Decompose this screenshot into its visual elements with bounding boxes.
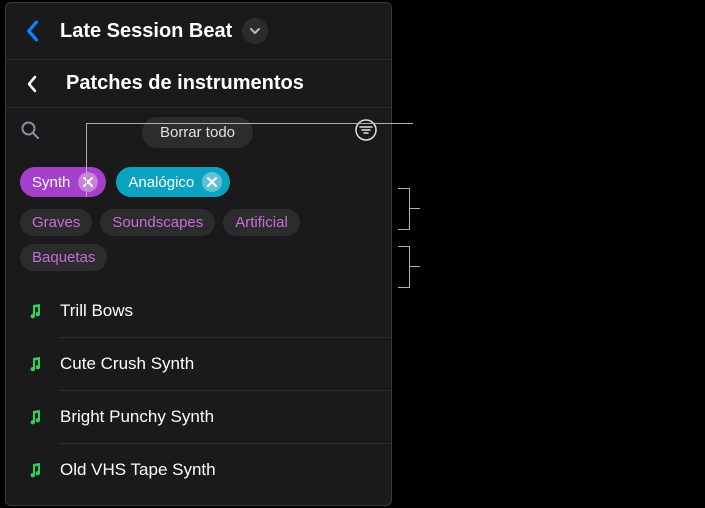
patch-name: Trill Bows	[60, 301, 133, 321]
callout-bracket	[398, 188, 410, 230]
project-dropdown[interactable]	[242, 18, 268, 44]
callout-line	[410, 266, 420, 267]
music-note-icon	[24, 406, 46, 428]
suggested-filters-row: Graves Soundscapes Artificial Baquetas	[6, 205, 391, 285]
patch-name: Old VHS Tape Synth	[60, 460, 216, 480]
callout-line	[86, 123, 87, 197]
filter-bar: Borrar todo	[6, 107, 391, 157]
suggestion-chip[interactable]: Baquetas	[20, 244, 107, 271]
chip-label: Analógico	[128, 174, 194, 191]
callout-line	[410, 208, 420, 209]
callout-line	[86, 123, 413, 124]
patch-name: Bright Punchy Synth	[60, 407, 214, 427]
patch-item[interactable]: Old VHS Tape Synth	[6, 444, 391, 496]
clear-all-button[interactable]: Borrar todo	[142, 117, 253, 148]
chevron-left-icon	[25, 74, 39, 94]
filter-chip-synth[interactable]: Synth	[20, 167, 106, 197]
music-note-icon	[24, 459, 46, 481]
back-button[interactable]	[16, 15, 48, 47]
patch-item[interactable]: Cute Crush Synth	[6, 338, 391, 390]
chevron-left-icon	[25, 20, 39, 42]
active-filters-row: Synth Analógico	[6, 157, 391, 205]
sub-header: Patches de instrumentos	[6, 59, 391, 107]
patch-name: Cute Crush Synth	[60, 354, 194, 374]
patch-item[interactable]: Trill Bows	[6, 285, 391, 337]
search-icon	[20, 120, 40, 140]
patch-item[interactable]: Bright Punchy Synth	[6, 391, 391, 443]
chip-label: Synth	[32, 174, 70, 191]
chip-remove[interactable]	[78, 172, 98, 192]
callout-bracket	[398, 246, 410, 288]
top-bar: Late Session Beat	[6, 3, 391, 59]
chevron-down-icon	[249, 25, 261, 37]
browser-back-button[interactable]	[16, 68, 48, 100]
music-note-icon	[24, 353, 46, 375]
search-button[interactable]	[20, 120, 40, 145]
music-note-icon	[24, 300, 46, 322]
suggestion-chip[interactable]: Artificial	[223, 209, 300, 236]
project-title: Late Session Beat	[60, 20, 232, 43]
suggestion-chip[interactable]: Graves	[20, 209, 92, 236]
filter-chip-analogico[interactable]: Analógico	[116, 167, 230, 197]
suggestion-chip[interactable]: Soundscapes	[100, 209, 215, 236]
close-icon	[83, 177, 93, 187]
browser-title: Patches de instrumentos	[66, 72, 304, 95]
chip-remove[interactable]	[202, 172, 222, 192]
patch-list: Trill Bows Cute Crush Synth Bright Punch…	[6, 285, 391, 496]
browser-panel: Late Session Beat Patches de instrumento…	[5, 2, 392, 506]
close-icon	[207, 177, 217, 187]
